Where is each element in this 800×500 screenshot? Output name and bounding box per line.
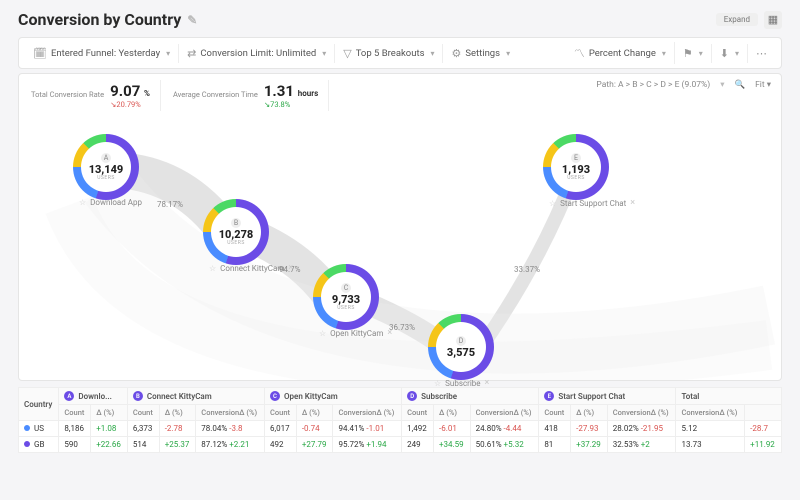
conversion-time-value: 1.31 hours [264,82,318,100]
node-start-support-chat[interactable]: E1,193USERS ☆Start Support Chat× [549,140,635,208]
breakouts-filter[interactable]: ▽Top 5 Breakouts▾ [335,44,443,63]
calendar-icon: 🗓 [33,47,47,60]
star-icon[interactable]: ☆ [79,198,86,207]
chevron-down-icon: ▾ [735,49,739,58]
page-header: Conversion by Country ✎ Expand ▦ [18,10,782,29]
chevron-down-icon: ▾ [662,49,666,58]
flow-cd-label: 36.73% [389,323,415,332]
expand-button[interactable]: Expand [716,13,758,26]
conversion-rate-value: 9.07 % [110,82,150,100]
close-icon[interactable]: × [387,328,392,338]
table-row[interactable]: GB 590+22.66 514+25.3787.12% +2.21 492+2… [19,437,782,453]
conversion-time-delta: ↘73.8% [264,100,318,109]
star-icon[interactable]: ☆ [434,379,441,388]
star-icon[interactable]: ☆ [319,329,326,338]
layout-toggle-icon[interactable]: ▦ [764,11,782,29]
conversion-time-metric: Average Conversion Time 1.31 hours ↘73.8… [171,80,329,111]
percent-change-toggle[interactable]: 〽Percent Change▾ [566,42,675,64]
col-stage-b[interactable]: BConnect KittyCam [127,388,264,405]
node-connect-kittycam[interactable]: B10,278USERS ☆Connect KittyCam× [209,205,293,273]
chevron-down-icon: ▾ [699,49,703,58]
star-icon[interactable]: ☆ [209,264,216,273]
settings-filter[interactable]: ⚙Settings▾ [443,44,518,63]
trend-icon: 〽 [574,45,585,61]
flag-button[interactable]: ⚑▾ [675,44,712,63]
chevron-down-icon: ▾ [166,49,170,58]
funnel-diagram[interactable]: 78.17% 94.7% 36.73% 33.37% A13,149USERS … [29,115,771,380]
page-title: Conversion by Country ✎ [18,10,197,29]
col-stage-d[interactable]: DSubscribe [402,388,539,405]
conversion-limit-filter[interactable]: ⇄Conversion Limit: Unlimited▾ [179,44,335,63]
more-button[interactable]: ⋯ [748,44,775,63]
filter-toolbar: 🗓Entered Funnel: Yesterday▾ ⇄Conversion … [18,37,782,69]
conversion-rate-metric: Total Conversion Rate 9.07 % ↘20.79% [29,80,161,111]
download-icon: ⬇ [720,47,729,60]
chevron-down-icon: ▾ [322,49,326,58]
node-download-app[interactable]: A13,149USERS ☆Download App [79,140,142,207]
chevron-down-icon: ▾ [430,49,434,58]
chevron-down-icon: ▾ [506,49,510,58]
funnel-entry-filter[interactable]: 🗓Entered Funnel: Yesterday▾ [25,44,179,63]
table-row[interactable]: US 8,186+1.08 6,373-2.7878.04% -3.8 6,01… [19,421,782,437]
flow-ab-label: 78.17% [157,200,183,209]
col-total[interactable]: Total [676,388,782,405]
funnel-icon: ▽ [343,47,351,60]
path-summary: Path: A > B > C > D > E (9.07%) [596,80,710,90]
download-button[interactable]: ⬇▾ [712,44,748,63]
swap-icon: ⇄ [187,47,196,60]
chevron-down-icon[interactable]: ▾ [720,80,724,90]
flow-paths [29,115,789,380]
node-open-kittycam[interactable]: C9,733USERS ☆Open KittyCam× [319,270,392,338]
search-icon[interactable]: 🔍 [734,80,745,90]
col-stage-e[interactable]: EStart Support Chat [539,388,676,405]
title-text: Conversion by Country [18,10,181,29]
breakout-table: Country ADownlo... BConnect KittyCam COp… [18,387,782,453]
close-icon[interactable]: × [485,378,490,388]
edit-title-icon[interactable]: ✎ [187,13,197,27]
close-icon[interactable]: × [630,198,635,208]
flag-icon: ⚑ [683,47,693,60]
close-icon[interactable]: × [288,263,293,273]
col-stage-c[interactable]: COpen KittyCam [265,388,402,405]
conversion-rate-delta: ↘20.79% [110,100,150,109]
col-stage-a[interactable]: ADownlo... [59,388,127,405]
fit-button[interactable]: Fit ▾ [755,80,771,90]
ellipsis-icon: ⋯ [756,47,767,60]
flow-de-label: 33.37% [514,265,540,274]
gear-icon: ⚙ [451,47,461,60]
funnel-canvas: Total Conversion Rate 9.07 % ↘20.79% Ave… [18,73,782,381]
col-country[interactable]: Country [19,388,59,421]
star-icon[interactable]: ☆ [549,199,556,208]
node-subscribe[interactable]: D3,575 ☆Subscribe× [434,320,489,388]
